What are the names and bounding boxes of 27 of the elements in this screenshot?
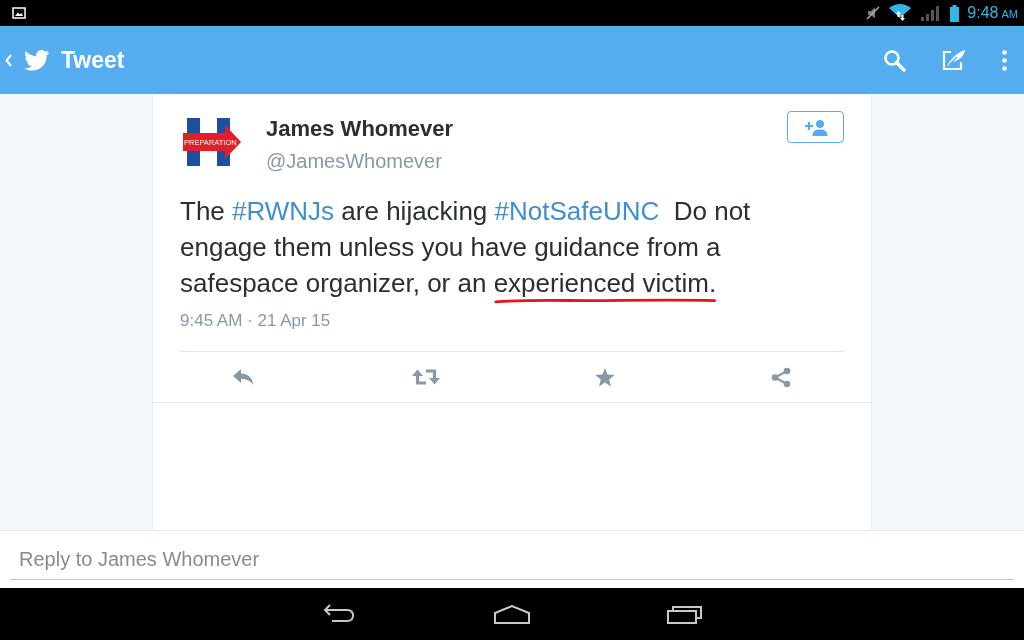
share-icon[interactable] — [770, 366, 791, 388]
tweet-text: The #RWNJs are hijacking #NotSafeUNC Do not engage them unless you have guidance from a safespace organizer, or an experienced victim. — [180, 193, 800, 301]
author-handle[interactable]: @JamesWhomever — [266, 148, 454, 174]
muted-speaker-icon — [866, 6, 881, 20]
reply-icon[interactable] — [232, 368, 256, 386]
author-name[interactable]: James Whomever — [266, 116, 454, 142]
search-icon[interactable] — [883, 48, 906, 72]
bird-logo-icon — [24, 49, 50, 71]
battery-icon — [950, 4, 960, 22]
tweet-timestamp: 9:45 AM · 21 Apr 15 — [180, 311, 332, 331]
hashtag-link[interactable]: #NotSafeUNC — [494, 196, 660, 226]
retweet-icon[interactable] — [411, 368, 440, 386]
clock-period: AM — [1001, 7, 1018, 21]
star-icon[interactable] — [595, 367, 616, 387]
back-arrow-icon[interactable] — [321, 604, 357, 624]
wifi-icon — [888, 3, 913, 23]
overflow-menu-icon[interactable] — [1002, 49, 1007, 71]
clock-time: 9:48 — [967, 3, 999, 23]
add-person-icon — [803, 118, 828, 136]
gallery-icon — [12, 7, 26, 19]
follow-button[interactable] — [787, 111, 844, 143]
compose-icon[interactable] — [942, 49, 966, 71]
hashtag-link[interactable]: #RWNJs — [232, 196, 335, 226]
screen-title: Tweet — [61, 46, 125, 74]
back-chevron-icon[interactable] — [5, 53, 12, 67]
recent-apps-icon[interactable] — [667, 604, 703, 624]
home-icon[interactable] — [493, 604, 531, 624]
